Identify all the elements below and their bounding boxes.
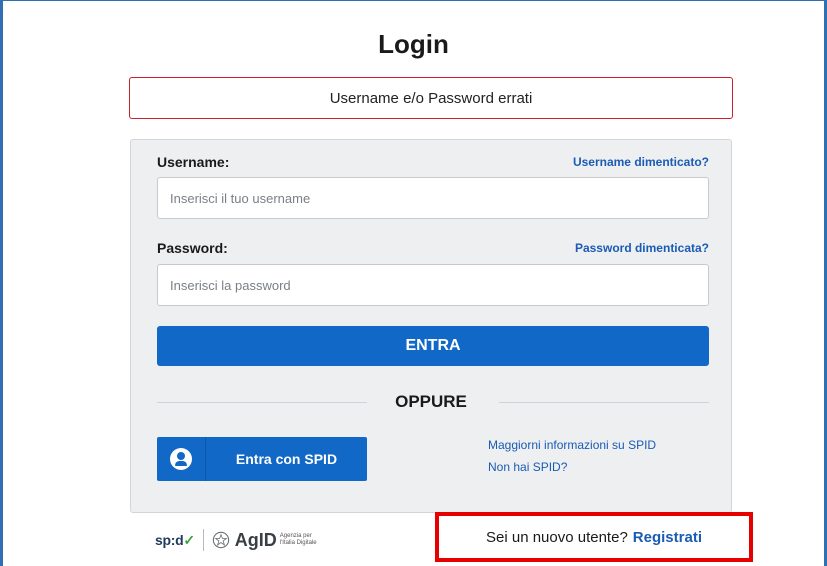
forgot-username-link[interactable]: Username dimenticato?: [573, 155, 709, 169]
spid-icon-container: [157, 437, 206, 481]
username-input[interactable]: [157, 177, 709, 219]
register-highlight: Sei un nuovo utente? Registrati: [435, 512, 753, 562]
agid-logo: AgID: [234, 529, 277, 550]
forgot-password-link[interactable]: Password dimenticata?: [575, 241, 709, 255]
error-alert: Username e/o Password errati: [129, 77, 733, 119]
browser-frame: Login Username e/o Password errati Usern…: [0, 0, 827, 566]
user-circle-icon: [170, 448, 192, 470]
entra-button[interactable]: ENTRA: [157, 326, 709, 366]
footer-logos: sp:d✓ AgID Agenzia per l'Italia Digitale: [155, 529, 324, 551]
register-link[interactable]: Registrati: [633, 529, 702, 546]
register-prompt: Sei un nuovo utente?: [486, 528, 628, 546]
spid-logo: sp:d✓: [155, 531, 195, 548]
oppure-label: OPPURE: [395, 392, 467, 411]
agid-subtext: Agenzia per l'Italia Digitale: [279, 533, 317, 546]
password-input[interactable]: [157, 264, 709, 306]
page-title: Login: [378, 29, 449, 59]
password-label: Password:: [157, 240, 228, 256]
spid-button-label: Entra con SPID: [235, 451, 338, 467]
error-message: Username e/o Password errati: [329, 89, 533, 107]
republic-emblem-icon: [212, 531, 229, 549]
username-label: Username:: [157, 154, 230, 170]
logo-separator: [202, 529, 204, 551]
spid-login-button[interactable]: Entra con SPID: [157, 437, 367, 481]
no-spid-link[interactable]: Non hai SPID?: [488, 460, 567, 474]
spid-info-link[interactable]: Maggiorni informazioni su SPID: [488, 438, 656, 452]
login-panel: Username: Username dimenticato? Password…: [130, 139, 732, 513]
